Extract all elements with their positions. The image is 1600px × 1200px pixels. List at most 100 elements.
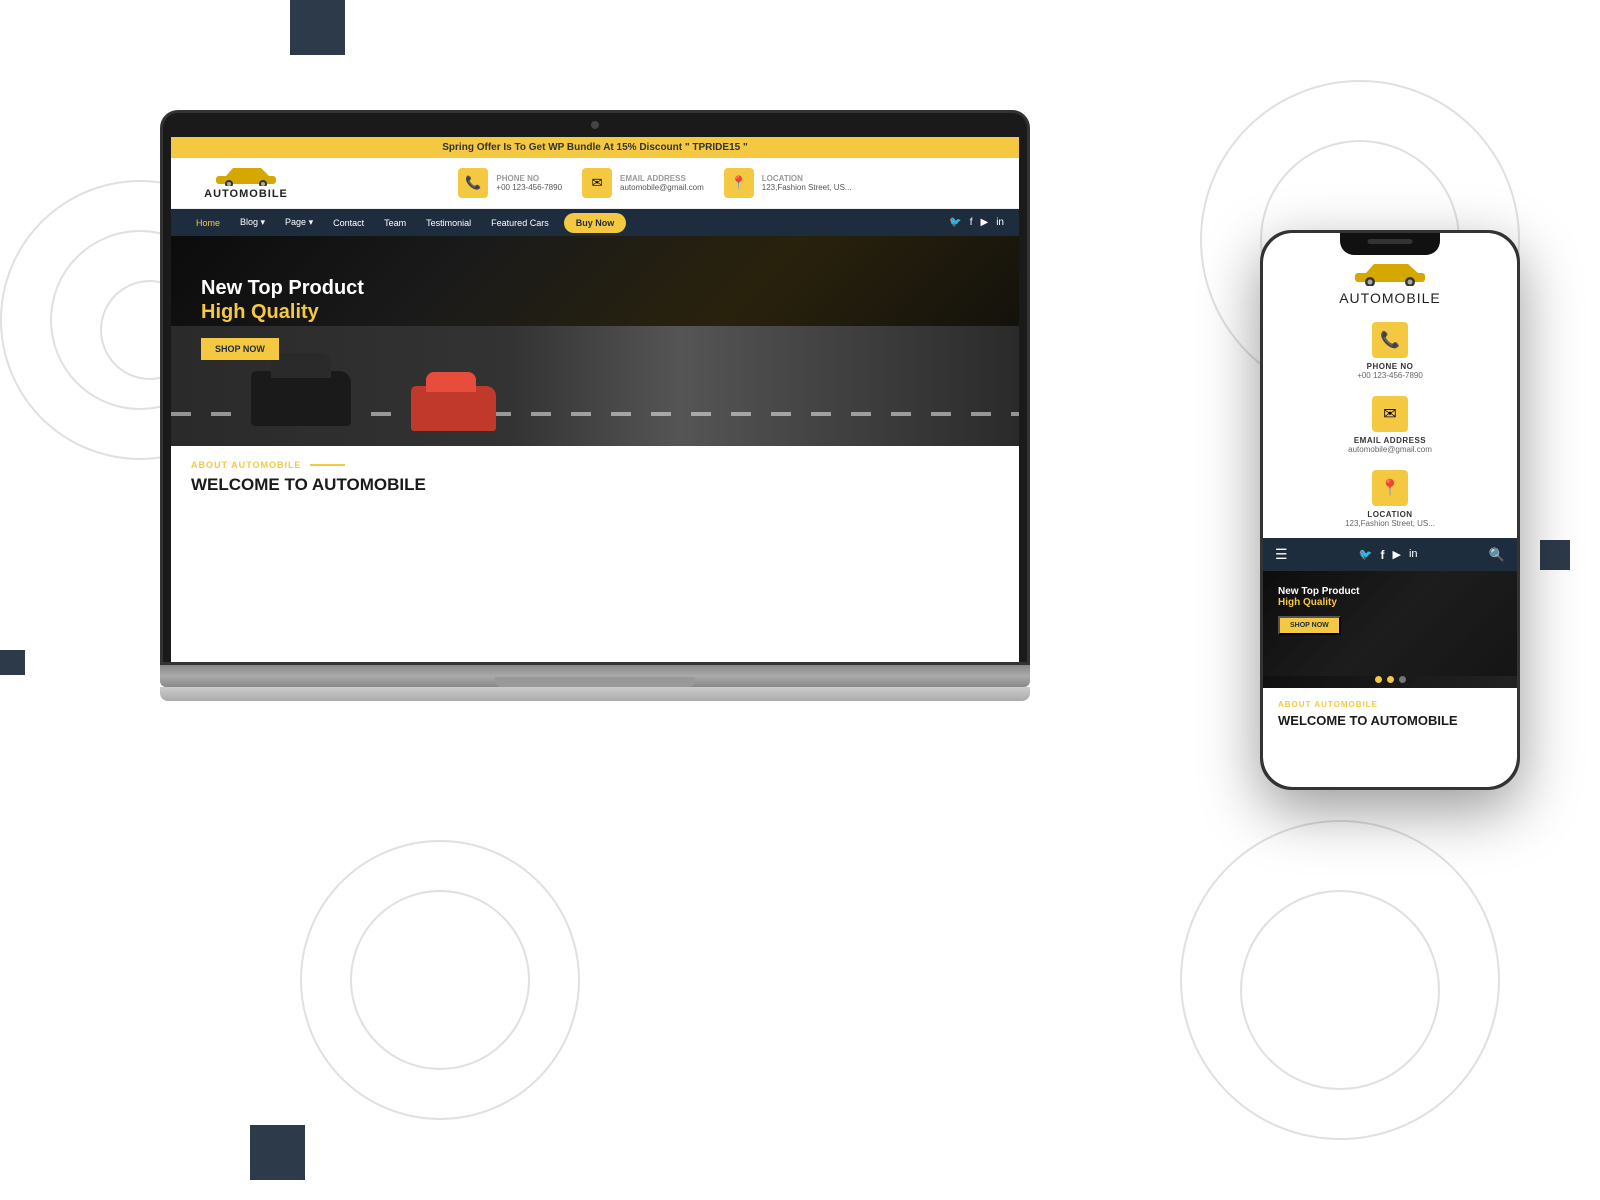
youtube-icon[interactable]: ▶ [981,217,989,228]
phone-nav: ☰ 🐦 f ▶ in 🔍 [1263,538,1517,571]
hero-title-line2: High Quality [201,300,364,324]
phone-email-icon-box: ✉ [1372,396,1408,432]
site-header: AUTOMOBILE 📞 PHONE NO +00 123-456-7890 [171,158,1019,209]
phone-logo-text: AUTOMOBILE [1278,290,1502,306]
phone-twitter-icon[interactable]: 🐦 [1359,548,1373,562]
nav-home[interactable]: Home [186,210,230,236]
location-label: LOCATION [762,174,852,183]
about-title: WELCOME TO AUTOMOBILE [191,475,999,495]
logo-car-icon [211,166,281,186]
banner-text: Spring Offer Is To Get WP Bundle At 15% … [442,142,747,153]
contact-location-text: LOCATION 123,Fashion Street, US... [762,174,852,192]
hero-title-line1: New Top Product [201,276,364,300]
laptop-foot [160,687,1030,701]
site-about-section: ABOUT AUTOMOBILE WELCOME TO AUTOMOBILE [171,446,1019,509]
contact-phone-text: PHONE NO +00 123-456-7890 [496,174,562,192]
logo-text: AUTOMOBILE [186,188,306,200]
phone-about-tag: ABOUT AUTOMOBILE [1278,700,1502,709]
phone-value: +00 123-456-7890 [496,183,562,192]
hero-car-1 [251,371,351,426]
phone-contact-location: 📍 LOCATION 123,Fashion Street, US... [1263,464,1517,538]
contact-email: ✉ EMAIL ADDRESS automobile@gmail.com [582,168,704,198]
phone-contact-phone: 📞 PHONE NO +00 123-456-7890 [1263,316,1517,390]
facebook-icon[interactable]: f [970,217,973,228]
nav-team[interactable]: Team [374,210,416,236]
deco-square-4 [250,1125,305,1180]
phone-linkedin-icon[interactable]: in [1409,548,1418,562]
laptop-screen: Spring Offer Is To Get WP Bundle At 15% … [171,137,1019,662]
nav-page[interactable]: Page ▾ [275,209,323,236]
phone-about-title: WELCOME TO AUTOMOBILE [1278,713,1502,728]
deco-circle-7 [350,890,530,1070]
hero-section: New Top Product High Quality SHOP NOW [171,236,1019,446]
hero-text: New Top Product High Quality SHOP NOW [201,276,364,360]
phone-shop-now-button[interactable]: SHOP NOW [1278,616,1341,635]
phone-logo-car-icon [1350,261,1430,286]
hero-title-prefix: High [201,301,251,323]
dot-2[interactable] [1387,676,1394,683]
hero-shop-now-button[interactable]: SHOP NOW [201,338,279,360]
contact-email-text: EMAIL ADDRESS automobile@gmail.com [620,174,704,192]
contact-location: 📍 LOCATION 123,Fashion Street, US... [724,168,852,198]
dot-3[interactable] [1399,676,1406,683]
phone-youtube-icon[interactable]: ▶ [1393,548,1401,562]
deco-circle-9 [1240,890,1440,1090]
laptop-base [160,665,1030,687]
email-value: automobile@gmail.com [620,183,704,192]
deco-circle-8 [1180,820,1500,1140]
deco-square-2 [1540,540,1570,570]
phone-logo-mobile: MOBILE [1382,290,1441,306]
dot-1[interactable] [1375,676,1382,683]
phone-icon-box: 📞 [458,168,488,198]
site-nav: Home Blog ▾ Page ▾ Contact Team Testimon… [171,209,1019,236]
nav-contact[interactable]: Contact [323,210,374,236]
contact-phone: 📞 PHONE NO +00 123-456-7890 [458,168,562,198]
laptop-device: Spring Offer Is To Get WP Bundle At 15% … [160,110,1030,730]
nav-testimonial[interactable]: Testimonial [416,210,481,236]
phone-phone-label: PHONE NO [1283,362,1497,371]
site-banner: Spring Offer Is To Get WP Bundle At 15% … [171,137,1019,158]
about-tag: ABOUT AUTOMOBILE [191,460,999,470]
nav-buy-now[interactable]: Buy Now [564,213,627,233]
phone-hero-highlight: Quality [1303,597,1337,608]
phone-facebook-icon[interactable]: f [1381,548,1385,562]
laptop-camera [591,121,599,129]
phone-contact-email: ✉ EMAIL ADDRESS automobile@gmail.com [1263,390,1517,464]
phone-hero-prefix: High [1278,597,1303,608]
nav-featured-cars[interactable]: Featured Cars [481,210,559,236]
email-label: EMAIL ADDRESS [620,174,704,183]
phone-nav-social: 🐦 f ▶ in [1359,548,1418,562]
phone-logo-auto: AUTO [1339,290,1382,306]
laptop-body: Spring Offer Is To Get WP Bundle At 15% … [160,110,1030,665]
location-value: 123,Fashion Street, US... [762,183,852,192]
hero-title-highlight: Quality [251,301,319,323]
phone-location-value: 123,Fashion Street, US... [1283,519,1497,528]
phone-device: AUTOMOBILE 📞 PHONE NO +00 123-456-7890 ✉… [1260,230,1520,790]
hamburger-icon[interactable]: ☰ [1275,546,1288,563]
phone-email-label: EMAIL ADDRESS [1283,436,1497,445]
linkedin-icon[interactable]: in [996,217,1004,228]
deco-circle-6 [300,840,580,1120]
hero-car-2 [411,386,496,431]
phone-hero-line2: High Quality [1278,597,1359,608]
phone-screen: AUTOMOBILE 📞 PHONE NO +00 123-456-7890 ✉… [1263,233,1517,787]
phone-label: PHONE NO [496,174,562,183]
phone-hero-section: New Top Product High Quality SHOP NOW [1263,571,1517,676]
phone-email-value: automobile@gmail.com [1283,445,1497,454]
deco-square-1 [290,0,345,55]
logo-auto: AUTO [204,188,239,200]
twitter-icon[interactable]: 🐦 [949,217,961,228]
email-icon-box: ✉ [582,168,612,198]
site-logo: AUTOMOBILE [186,166,306,200]
nav-blog[interactable]: Blog ▾ [230,209,275,236]
phone-phone-icon-box: 📞 [1372,322,1408,358]
search-icon[interactable]: 🔍 [1489,547,1505,563]
phone-speaker [1368,239,1413,244]
phone-notch [1340,233,1440,255]
main-scene: Spring Offer Is To Get WP Bundle At 15% … [0,0,1600,1200]
phone-about-section: ABOUT AUTOMOBILE WELCOME TO AUTOMOBILE [1263,688,1517,740]
deco-square-3 [0,650,25,675]
phone-location-icon-box: 📍 [1372,470,1408,506]
logo-mobile: MOBILE [239,188,288,200]
nav-social-links: 🐦 f ▶ in [949,217,1004,228]
